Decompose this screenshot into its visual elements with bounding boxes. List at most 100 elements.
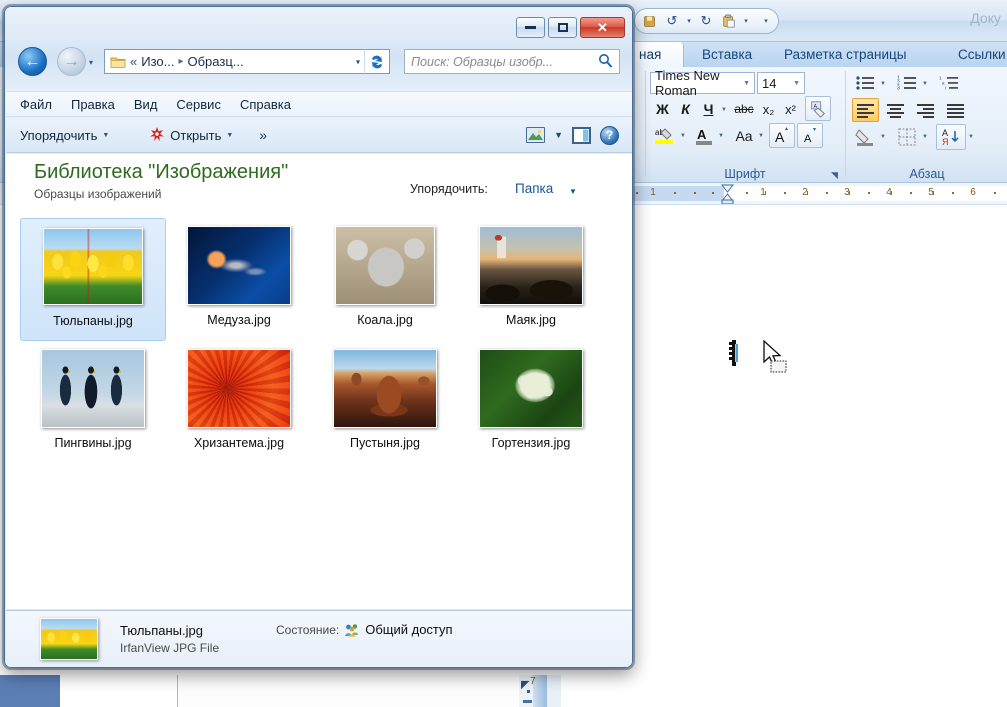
window-controls: ✕ (516, 17, 625, 38)
font-name-field[interactable]: Times New Roman ▼ (650, 68, 755, 98)
tab-home[interactable]: ная (628, 42, 684, 67)
organize-button[interactable]: Упорядочить ▼ (20, 128, 109, 143)
file-item-tulips[interactable]: Тюльпаны.jpg (20, 218, 166, 341)
thumbnail-hydrangea (479, 348, 583, 428)
shading-button[interactable] (852, 125, 878, 149)
file-item-penguins[interactable]: Пингвины.jpg (20, 341, 166, 464)
redo-icon[interactable]: ↻ (696, 11, 716, 31)
font-color-caret-icon[interactable]: ▼ (718, 133, 724, 139)
forward-button[interactable]: → (57, 47, 86, 76)
justify-button[interactable] (942, 98, 969, 122)
bold-button[interactable]: Ж (652, 98, 673, 120)
close-button[interactable]: ✕ (580, 17, 625, 38)
align-right-button[interactable] (912, 98, 939, 122)
search-icon[interactable] (598, 53, 613, 71)
highlight-caret-icon[interactable]: ▼ (680, 133, 686, 139)
back-button[interactable]: ← (18, 47, 47, 76)
scroll-dot-icon[interactable] (527, 690, 530, 693)
menu-help[interactable]: Справка (240, 97, 291, 112)
font-size-field[interactable]: 14 ▼ (757, 72, 805, 94)
tab-insert[interactable]: Вставка (692, 42, 762, 67)
minimize-button[interactable] (516, 17, 545, 38)
file-item-lighthouse[interactable]: Маяк.jpg (458, 218, 604, 341)
ribbon-divider (845, 71, 846, 177)
thumbnail-wrap (41, 347, 145, 429)
open-button[interactable]: Открыть ▼ (149, 126, 233, 145)
numbering-caret-icon[interactable]: ▼ (922, 81, 928, 87)
file-item-chrysanthemum[interactable]: Хризантема.jpg (166, 341, 312, 464)
bullets-caret-icon[interactable]: ▼ (880, 81, 886, 87)
maximize-button[interactable] (548, 17, 577, 38)
strikethrough-button[interactable]: abc (731, 98, 757, 120)
paste-caret-icon[interactable]: ▾ (742, 17, 750, 25)
breadcrumb-segment-1[interactable]: Изо... (141, 54, 174, 69)
borders-caret-icon[interactable]: ▼ (922, 134, 928, 140)
scroll-bar-icon[interactable] (523, 700, 532, 703)
align-center-button[interactable] (882, 98, 909, 122)
clear-formatting-button[interactable]: A (805, 96, 831, 121)
undo-caret-icon[interactable]: ▾ (685, 17, 693, 25)
history-dropdown-icon[interactable]: ▾ (89, 58, 93, 67)
menu-file[interactable]: Файл (20, 97, 52, 112)
sort-button[interactable]: AЯ (936, 124, 966, 150)
undo-icon[interactable]: ↺ (662, 11, 682, 31)
sort-caret-icon[interactable]: ▼ (968, 134, 974, 140)
change-view-button[interactable] (526, 127, 546, 143)
quick-access-toolbar[interactable]: ↺ ▾ ↻ ▾ ▾ (634, 8, 779, 34)
menu-tools[interactable]: Сервис (176, 97, 221, 112)
address-dropdown-icon[interactable]: ▾ (356, 57, 360, 66)
menu-view[interactable]: Вид (134, 97, 158, 112)
file-item-hydrangea[interactable]: Гортензия.jpg (458, 341, 604, 464)
font-size-value: 14 (762, 75, 777, 91)
breadcrumb-segment-2[interactable]: Образц... (188, 54, 244, 69)
help-button[interactable]: ? (600, 125, 619, 145)
highlight-button[interactable]: ab (652, 124, 678, 148)
preview-pane-button[interactable] (572, 126, 591, 144)
subscript-button[interactable]: x₂ (758, 98, 779, 120)
borders-button[interactable] (894, 125, 920, 149)
address-bar[interactable]: « Изо... ▸ Образц... ▾ (104, 49, 364, 74)
customize-qat-icon[interactable]: ▾ (762, 17, 770, 25)
shrink-font-button[interactable]: A (797, 123, 823, 148)
address-overflow-icon[interactable]: « (130, 54, 137, 69)
tab-references[interactable]: Ссылки (948, 42, 1007, 67)
tab-page-layout[interactable]: Разметка страницы (774, 42, 916, 67)
chevron-down-icon[interactable]: ▼ (743, 80, 750, 87)
italic-button[interactable]: К (675, 98, 696, 120)
arrange-caret-icon[interactable]: ▼ (569, 187, 577, 196)
file-item-jellyfish[interactable]: Медуза.jpg (166, 218, 312, 341)
numbering-button[interactable]: 123 (894, 72, 920, 94)
font-dialog-launcher-icon[interactable]: ◥ (831, 170, 838, 181)
thumbnail-wrap (333, 347, 437, 429)
svg-text:A: A (804, 133, 812, 145)
grow-font-button[interactable]: A (769, 123, 795, 148)
change-case-button[interactable]: Aa (730, 124, 758, 148)
shading-caret-icon[interactable]: ▼ (880, 134, 886, 140)
align-left-button[interactable] (852, 98, 879, 122)
underline-button[interactable]: Ч (698, 98, 719, 120)
file-label: Маяк.jpg (506, 313, 556, 327)
thumbnail-koala (335, 225, 435, 305)
details-status: Состояние: Общий доступ (276, 622, 453, 637)
vertical-ruler-number: 7 (530, 676, 536, 687)
chevron-down-icon[interactable]: ▼ (793, 80, 800, 87)
multilevel-list-button[interactable]: 1ai (936, 72, 962, 94)
search-input[interactable]: Поиск: Образцы изобр... (404, 49, 620, 74)
minimize-icon (525, 26, 536, 29)
bullets-button[interactable] (852, 72, 878, 94)
refresh-button[interactable] (364, 49, 390, 74)
breadcrumb-separator-icon[interactable]: ▸ (178, 56, 183, 67)
file-item-desert[interactable]: Пустыня.jpg (312, 341, 458, 464)
superscript-button[interactable]: x² (780, 98, 801, 120)
arrange-value-button[interactable]: Папка (515, 181, 553, 196)
overflow-button[interactable]: » (259, 127, 267, 143)
font-color-button[interactable]: A (692, 124, 716, 148)
change-case-caret-icon[interactable]: ▼ (758, 133, 764, 139)
view-dropdown-icon[interactable]: ▼ (554, 130, 563, 140)
paste-icon[interactable] (719, 11, 739, 31)
menu-edit[interactable]: Правка (71, 97, 115, 112)
save-icon[interactable] (639, 11, 659, 31)
indent-marker[interactable] (720, 184, 735, 204)
underline-caret-icon[interactable]: ▼ (721, 107, 727, 113)
file-item-koala[interactable]: Коала.jpg (312, 218, 458, 341)
